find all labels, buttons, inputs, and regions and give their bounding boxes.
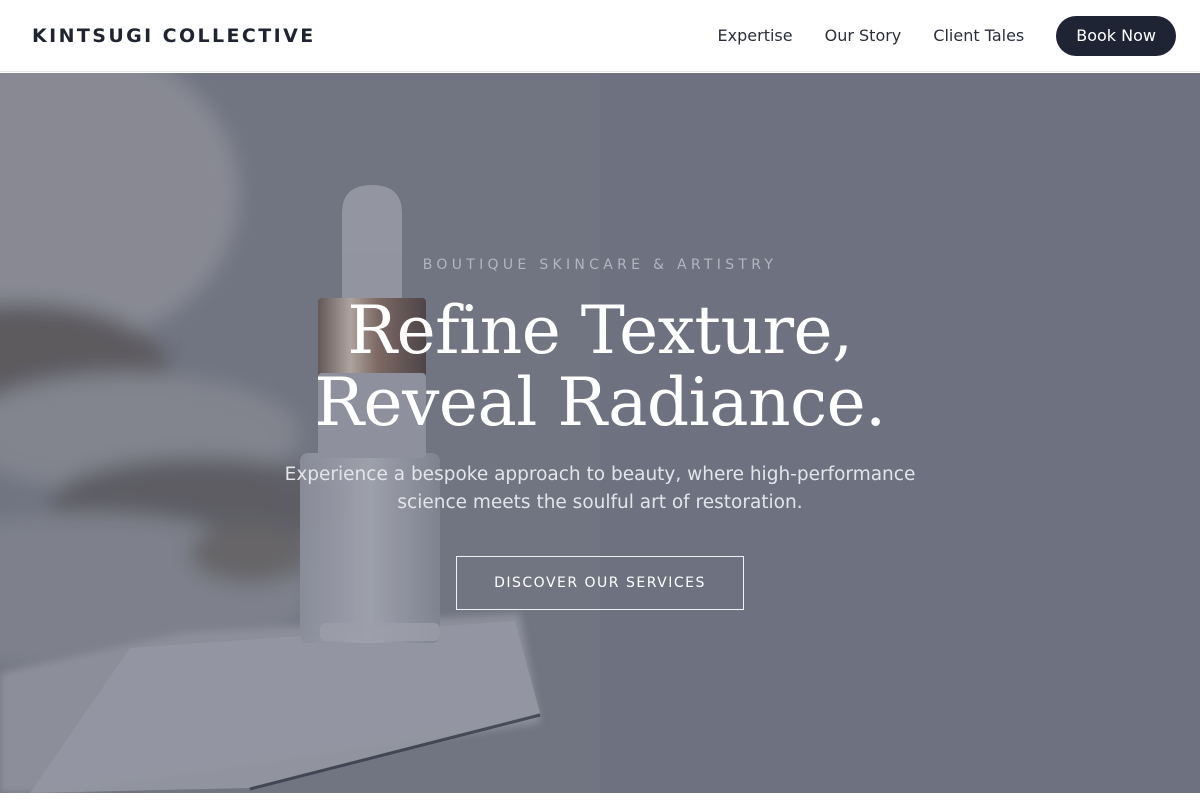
hero-description: Experience a bespoke approach to beauty,… <box>270 461 930 517</box>
hero-section: BOUTIQUE SKINCARE & ARTISTRY Refine Text… <box>0 73 1200 793</box>
hero-headline-line-2: Reveal Radiance. <box>314 364 886 441</box>
hero-description-line-2: science meets the soulful art of restora… <box>397 492 803 513</box>
discover-services-button[interactable]: DISCOVER OUR SERVICES <box>456 556 744 610</box>
hero-description-line-1: Experience a bespoke approach to beauty,… <box>284 464 916 485</box>
page-bottom-edge <box>0 793 1200 800</box>
hero-content: BOUTIQUE SKINCARE & ARTISTRY Refine Text… <box>0 73 1200 793</box>
hero-headline-line-1: Refine Texture, <box>347 292 853 369</box>
nav-link-client-tales[interactable]: Client Tales <box>933 26 1024 45</box>
brand-logo[interactable]: KINTSUGI COLLECTIVE <box>32 25 316 47</box>
nav-link-our-story[interactable]: Our Story <box>825 26 902 45</box>
book-now-button[interactable]: Book Now <box>1056 15 1176 56</box>
main-nav: Expertise Our Story Client Tales Book No… <box>718 15 1176 56</box>
hero-eyebrow: BOUTIQUE SKINCARE & ARTISTRY <box>422 257 778 273</box>
nav-link-expertise[interactable]: Expertise <box>718 26 793 45</box>
hero-headline: Refine Texture, Reveal Radiance. <box>0 295 1200 439</box>
site-header: KINTSUGI COLLECTIVE Expertise Our Story … <box>0 0 1200 72</box>
